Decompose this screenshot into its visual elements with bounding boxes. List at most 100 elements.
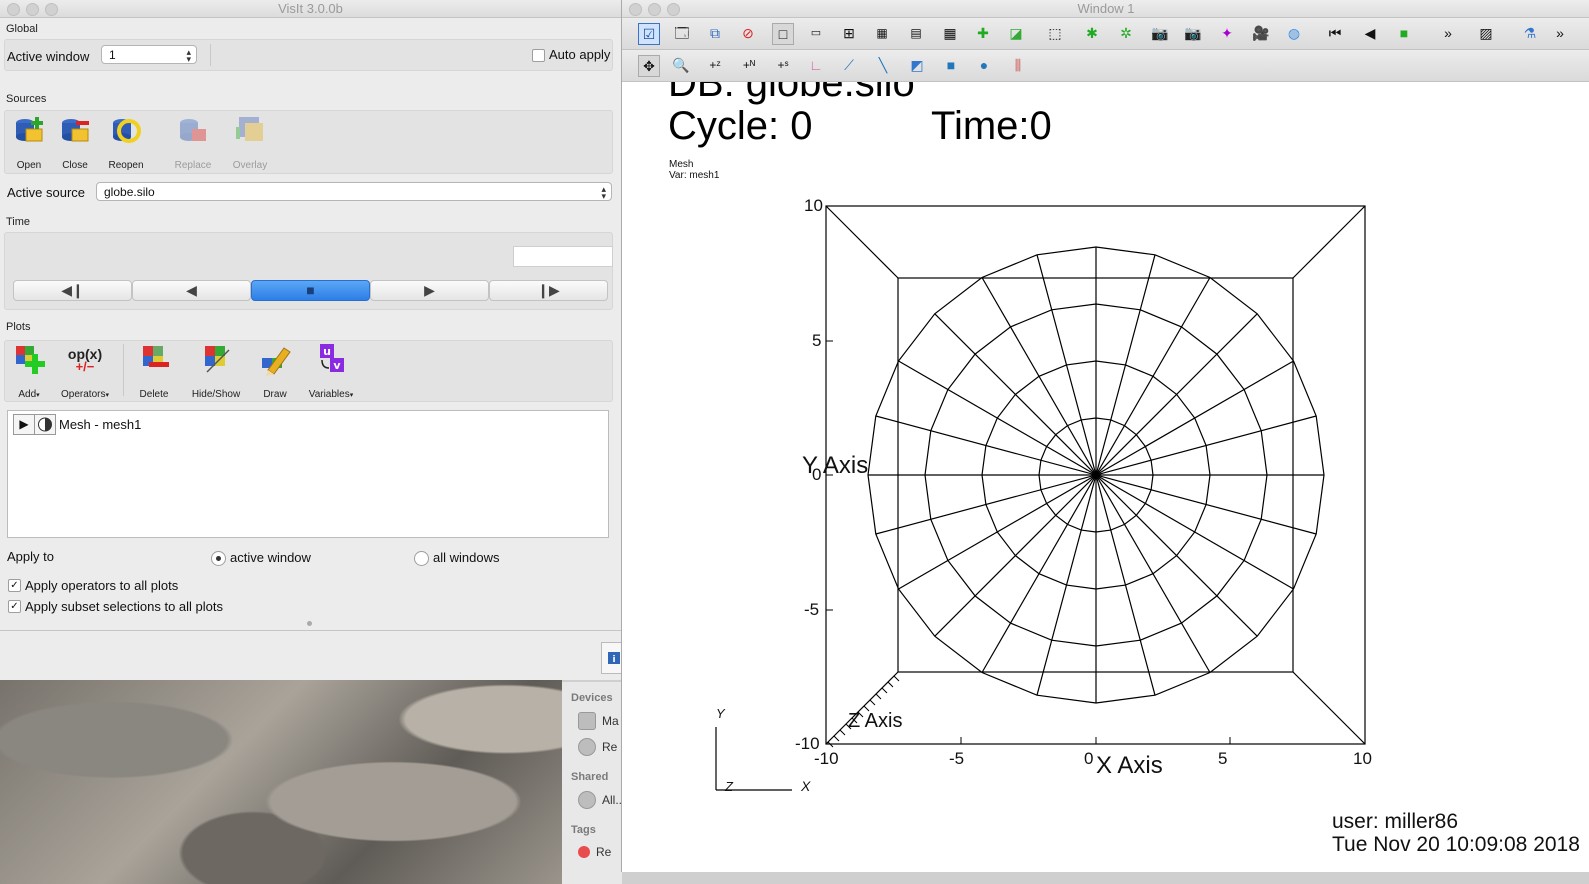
replace-button[interactable]: Replace [167,113,219,171]
y-tick-label: 0 [812,465,822,484]
delete-plot-button[interactable]: Delete [128,342,180,400]
perspective-icon[interactable]: ⬚ [1045,23,1065,43]
open-icon [16,117,43,142]
layout-1x1-icon[interactable]: □ [772,23,794,45]
lock-view-icon[interactable]: ✲ [1116,23,1136,43]
more-tools-icon[interactable]: » [1438,23,1458,43]
visit-gui-window: VisIt 3.0.0b Global Active window 1 ▴ ▾ … [0,0,623,680]
stop-button[interactable]: ■ [251,280,370,301]
time-field[interactable] [513,246,613,267]
draw-button[interactable]: Draw [249,342,301,400]
pick-spreadsheet-icon[interactable]: +ˢ [773,55,793,75]
render-area[interactable]: DB: globe.silo Cycle: 0 Time:0 Mesh Var:… [622,82,1589,872]
finder-device-item[interactable]: Re [578,738,617,756]
plot-list[interactable]: ▶ Mesh - mesh1 [7,410,609,538]
close-window-icon[interactable] [629,3,642,16]
active-source-select[interactable]: globe.silo ▴ ▾ [96,182,612,201]
layout-3x3-icon[interactable]: ▦ [940,23,960,43]
pick-zone-icon[interactable]: +ᶻ [705,55,725,75]
open-button[interactable]: Open [3,113,55,171]
probe-icon[interactable]: ⟋ [839,55,859,75]
apply-subset-checkbox[interactable]: ✓ [8,600,21,613]
plot-list-item[interactable]: ▶ Mesh - mesh1 [10,414,610,435]
reverse-play-button[interactable]: ◀ [132,280,251,301]
tool-mode-icon[interactable]: ☑ [638,23,660,45]
plane-tool-icon[interactable]: ◩ [907,55,927,75]
hide-show-button[interactable]: Hide/Show [190,342,242,400]
box-edge [1292,205,1366,279]
plots-heading: Plots [6,321,31,333]
add-plot-button[interactable]: Add▾ [3,342,55,400]
navigate-icon[interactable]: ✥ [638,55,660,77]
globe-icon[interactable]: ◍ [1284,23,1304,43]
play-button[interactable]: ▶ [370,280,489,301]
layout-2x3-icon[interactable]: ▦ [872,23,892,43]
operators-button[interactable]: op(x) +/− Operators▾ [59,342,111,400]
line-tool-icon[interactable]: ╲ [873,55,893,75]
pick-node-icon[interactable]: +ᴺ [739,55,759,75]
box-edge [825,671,899,745]
movie-icon[interactable]: 🎥 [1251,23,1271,43]
camera-icon[interactable]: 📷 [1183,23,1203,43]
active-window-radio[interactable] [211,551,226,566]
box-tool-icon[interactable]: ■ [941,55,961,75]
z-tick [875,693,882,700]
clear-window-icon[interactable]: ⊘ [738,23,758,43]
overlay-button[interactable]: Overlay [224,113,276,171]
reopen-button[interactable]: Reopen [100,113,152,171]
zoom-window-icon[interactable] [667,3,680,16]
first-frame-icon[interactable]: ⏮ [1325,23,1345,43]
reverse-step-button[interactable]: ◀❙ [13,280,132,301]
divider [210,44,211,66]
lineout-icon[interactable]: ▨ [1476,23,1496,43]
layout-2x4-icon[interactable]: ▤ [906,23,926,43]
new-window-icon[interactable]: 🗔 [672,23,692,43]
active-window-radio-label: active window [230,550,311,565]
finder-tag-item[interactable]: Re [578,845,611,859]
reverse-step-icon: ◀❙ [61,282,84,298]
finder-device-item[interactable]: Ma [578,712,619,730]
y-tick-label: 10 [804,196,823,215]
spin-icon[interactable]: ✱ [1082,23,1102,43]
link-icon[interactable]: ✚ [973,23,993,43]
invert-background-icon[interactable]: ◪ [1006,23,1026,43]
viewer-toolbar-top: ☑ 🗔 ⧉ ⊘ □ ▭ ⊞ ▦ ▤ ▦ ✚ ◪ ⬚ ✱ ✲ 📷 📷 ✦ 🎥 ◍ … [622,18,1589,50]
expand-arrow-icon[interactable]: ▶ [13,414,35,435]
play-icon: ▶ [424,282,435,298]
info-icon[interactable]: i [601,642,623,674]
close-window-icon[interactable] [7,3,20,16]
save-image-icon[interactable]: 📷 [1150,23,1170,43]
variables-button[interactable]: uv Variables▾ [305,342,357,400]
lineout-plot-icon[interactable]: ∟ [806,55,826,75]
overflow-icon[interactable]: » [1550,23,1570,43]
active-window-value: 1 [109,48,116,62]
visibility-toggle-icon[interactable] [34,414,56,435]
hide-show-icon [205,346,230,373]
sphere-tool-icon[interactable]: ● [974,55,994,75]
auto-apply-checkbox[interactable] [532,49,545,62]
zoom-window-icon[interactable] [45,3,58,16]
minimize-window-icon[interactable] [648,3,661,16]
viewer-titlebar: Window 1 [622,0,1589,18]
zoom-icon[interactable]: 🔍 [671,55,691,75]
palette-icon[interactable]: ⚗ [1520,23,1540,43]
minimize-window-icon[interactable] [26,3,39,16]
apply-operators-checkbox[interactable]: ✓ [8,579,21,592]
close-button[interactable]: Close [49,113,101,171]
z-tick [881,687,888,694]
layout-1x2-icon[interactable]: ▭ [806,23,826,43]
viewer-title: Window 1 [1077,1,1135,16]
x-axis-title: X Axis [1096,752,1163,779]
reverse-icon[interactable]: ◀ [1360,23,1380,43]
copy-window-icon[interactable]: ⧉ [705,23,725,43]
all-windows-radio[interactable] [414,551,429,566]
finder-shared-item[interactable]: All... [578,791,625,809]
triad-y-label: Y [716,706,725,721]
stop-animation-icon[interactable]: ■ [1394,23,1414,43]
forward-step-button[interactable]: ❙▶ [489,280,608,301]
axis-restrict-icon[interactable]: ⫼ [1008,55,1028,75]
splitter-handle[interactable] [307,621,312,626]
animate-icon[interactable]: ✦ [1217,23,1237,43]
active-window-select[interactable]: 1 ▴ ▾ [101,45,197,64]
layout-2x2-icon[interactable]: ⊞ [839,23,859,43]
